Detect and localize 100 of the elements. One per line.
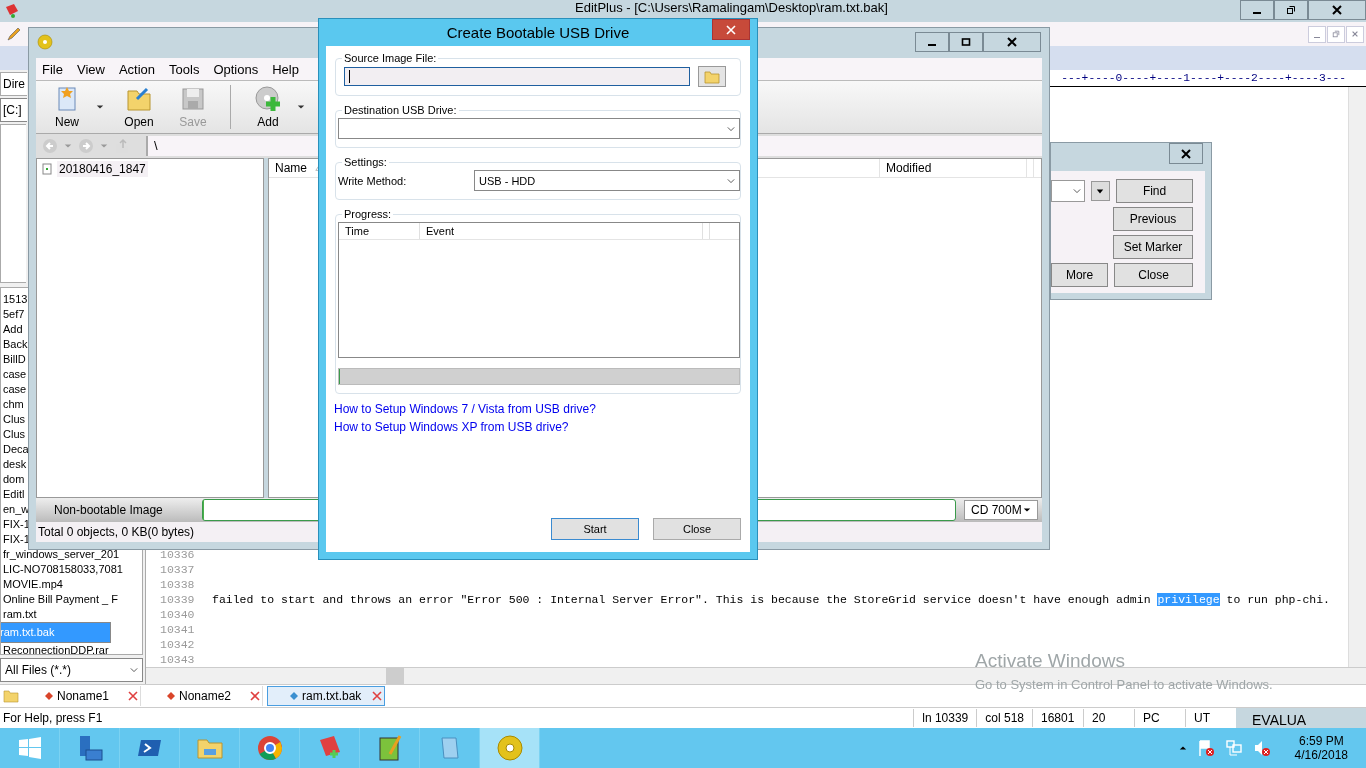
restore-button[interactable] (1274, 0, 1308, 20)
file-entry[interactable]: case (1, 367, 28, 382)
file-entry[interactable]: FIX-1 (1, 517, 31, 532)
file-entry[interactable]: Back (1, 337, 29, 352)
file-entry[interactable]: ReconnectionDDP.rar (1, 643, 110, 654)
column-header: Time (339, 223, 420, 239)
file-entry[interactable]: case (1, 382, 28, 397)
column-header[interactable]: Modified (880, 159, 1027, 177)
close-button[interactable] (983, 32, 1041, 52)
file-entry[interactable]: 1513 (1, 292, 29, 307)
file-entry[interactable]: 5ef7 (1, 307, 26, 322)
add-button[interactable]: Add (243, 83, 293, 131)
new-button[interactable]: New (42, 83, 92, 131)
tree-item[interactable]: 20180416_1847 (57, 161, 148, 177)
minimize-icon (1314, 36, 1320, 38)
write-method-dropdown[interactable]: USB - HDD (474, 170, 740, 191)
help-link[interactable]: How to Setup Windows 7 / Vista from USB drive? (334, 402, 596, 420)
folder-icon[interactable] (3, 688, 19, 704)
caret-icon[interactable] (1178, 744, 1187, 752)
file-entry[interactable]: FIX-1 (1, 532, 31, 547)
file-entry[interactable]: chm (1, 397, 25, 412)
close-icon[interactable] (128, 691, 138, 701)
line-number: 10336 (160, 548, 196, 561)
status-field: col 518 (976, 709, 1032, 727)
line-number: 10343 (160, 653, 196, 666)
menu-item[interactable]: Help (272, 61, 299, 77)
caret-icon[interactable] (96, 103, 104, 111)
close-icon (1332, 5, 1342, 15)
diamond-icon (45, 692, 53, 700)
menu-item[interactable]: View (76, 61, 105, 77)
search-field[interactable] (1051, 180, 1085, 202)
caret-icon (130, 666, 138, 674)
file-entry[interactable]: LIC-NO708158033,7081 (1, 562, 124, 577)
minimize-button[interactable] (1240, 0, 1274, 20)
disc-icon (495, 734, 524, 762)
close-button[interactable] (1308, 0, 1366, 20)
edition-label: EVALUA (1236, 708, 1366, 728)
more-button[interactable]: More (1051, 263, 1109, 287)
help-link[interactable]: How to Setup Windows XP from USB drive? (334, 420, 569, 438)
minimize-icon (1253, 12, 1261, 14)
destination-dropdown[interactable] (338, 118, 740, 139)
minimize-button[interactable] (915, 32, 949, 52)
close-button[interactable]: Close (1114, 263, 1193, 287)
document-tab[interactable]: ram.txt.bak (267, 686, 385, 706)
maximize-icon (961, 37, 971, 47)
file-entry[interactable]: ram.txt (1, 607, 38, 622)
clock[interactable]: 6:59 PM 4/16/2018 (1294, 734, 1348, 762)
directory-tab[interactable]: Dire (0, 72, 27, 96)
status-field: ln 10339 (913, 709, 977, 727)
activation-message: Go to System in Control Panel to activate Windows. (975, 677, 1273, 692)
close-icon[interactable] (372, 691, 382, 701)
filter-dropdown[interactable]: All Files (*.*) (0, 658, 143, 682)
browse-button[interactable] (698, 66, 726, 87)
restore-icon (1286, 5, 1296, 15)
vertical-scrollbar[interactable] (1348, 87, 1366, 667)
file-entry[interactable]: Deca (1, 442, 30, 457)
column-ruler: ---+----0----+----1----+----2----+----3--- (1061, 71, 1346, 86)
set-marker-button[interactable]: Set Marker (1113, 235, 1193, 259)
folder-icon (704, 68, 720, 85)
dropdown-button[interactable] (1090, 181, 1111, 201)
file-entry[interactable]: Editl (1, 487, 26, 502)
menu-item[interactable]: File (42, 61, 63, 77)
file-entry[interactable]: fr_windows_server_201 (1, 547, 121, 562)
document-tab[interactable]: Noname2 (145, 686, 263, 706)
close-icon (1007, 37, 1017, 47)
file-entry[interactable]: MOVIE.mp4 (1, 577, 64, 592)
file-entry[interactable]: BillD (1, 352, 27, 367)
disc-taskbar-button[interactable] (480, 728, 540, 768)
document-tab[interactable]: Noname1 (23, 686, 141, 706)
previous-button[interactable]: Previous (1113, 207, 1193, 231)
network-icon[interactable] (1224, 739, 1243, 757)
menu-item[interactable]: Options (213, 61, 259, 77)
file-entry[interactable]: dom (1, 472, 26, 487)
drive-dropdown[interactable]: [C:] (0, 98, 27, 122)
close-button[interactable]: Close (653, 518, 741, 540)
find-button[interactable]: Find (1116, 179, 1193, 203)
close-icon[interactable] (250, 691, 260, 701)
source-file-field[interactable] (344, 67, 690, 86)
file-entry[interactable]: Clus (1, 427, 26, 442)
line-number: 10342 (160, 638, 196, 651)
menu-item[interactable]: Tools (169, 61, 200, 77)
file-entry[interactable]: Add (1, 322, 24, 337)
start-button[interactable]: Start (551, 518, 639, 540)
browser-logo-icon (255, 734, 284, 762)
caret-icon[interactable] (297, 103, 305, 111)
maximize-button[interactable] (949, 32, 983, 52)
pencil-icon[interactable] (6, 26, 22, 42)
file-entry[interactable]: Online Bill Payment _ F (1, 592, 119, 607)
menu-item[interactable]: Action (118, 61, 156, 77)
activation-title: Activate Windows (975, 650, 1126, 672)
restore-icon (1332, 30, 1340, 38)
line-number: 10339 (160, 593, 196, 606)
capacity-dropdown[interactable]: CD 700M (964, 500, 1038, 520)
speaker-icon[interactable] (1252, 739, 1271, 757)
open-button[interactable]: Open (114, 83, 164, 131)
file-entry[interactable]: Clus (1, 412, 26, 427)
flag-icon[interactable] (1196, 739, 1215, 757)
caret-icon (727, 176, 735, 185)
close-button[interactable] (1169, 143, 1203, 164)
file-entry[interactable]: desk (1, 457, 28, 472)
